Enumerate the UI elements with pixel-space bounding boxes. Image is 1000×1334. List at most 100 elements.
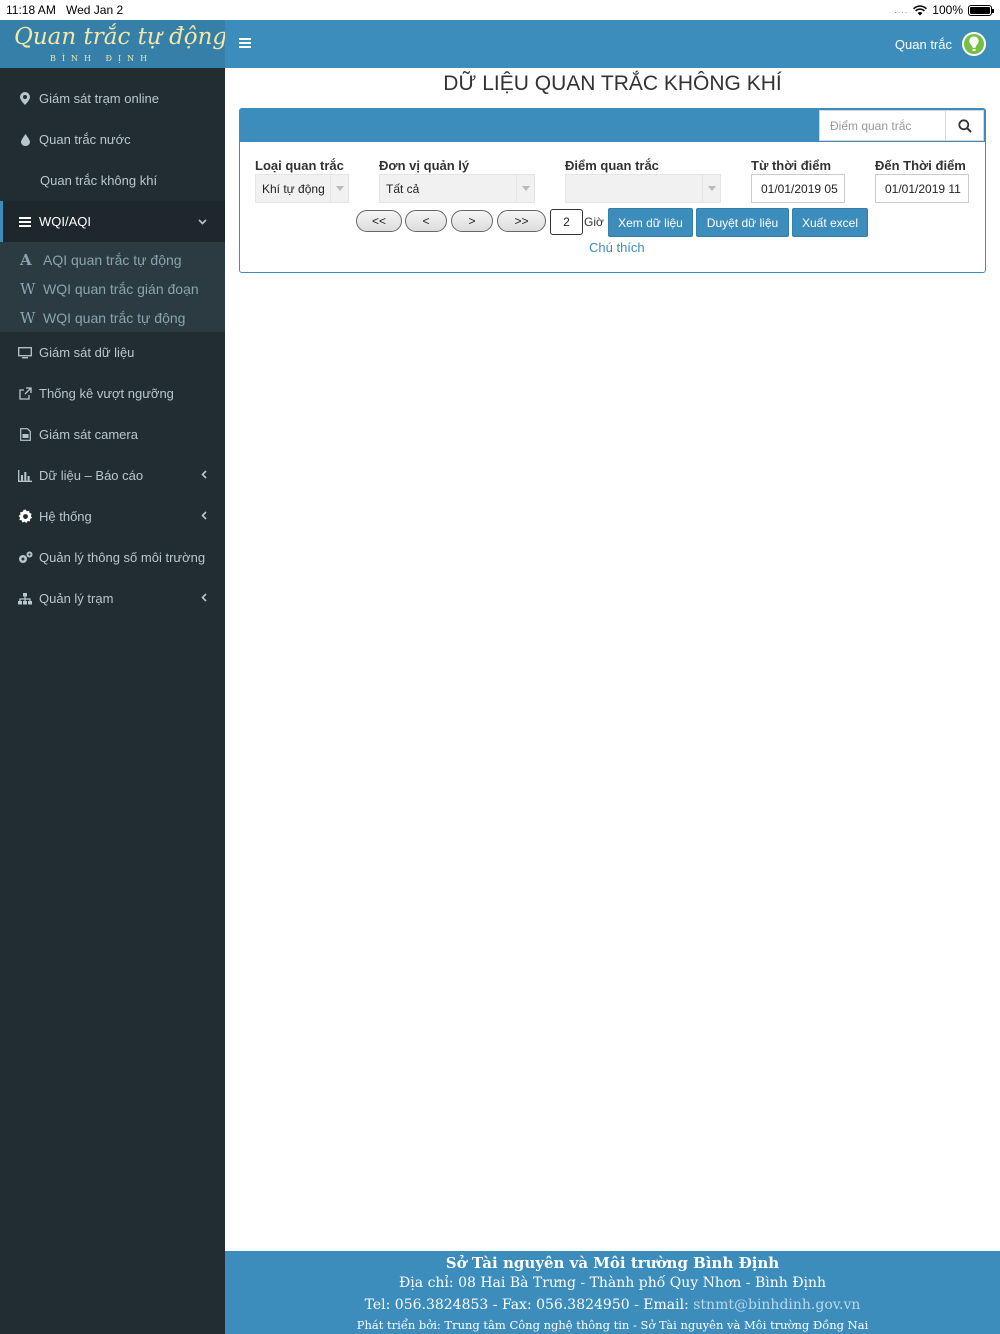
wqi-submenu: A AQI quan trắc tự động W WQI quan trắc … [0,242,225,332]
monitor-icon [17,345,33,361]
panel-header [240,109,985,142]
letter-w-icon: W [20,279,36,298]
submenu-item-aqi-auto[interactable]: A AQI quan trắc tự động [0,245,225,274]
search-button[interactable] [945,111,983,140]
to-label: Đến Thời điểm [875,158,966,173]
page-title: DỮ LIỆU QUAN TRẮC KHÔNG KHÍ [443,72,782,95]
water-drop-icon [17,132,33,148]
sidebar-item-station-online[interactable]: Giám sát trạm online [0,78,225,119]
footer-developer: Phát triển bởi: Trung tâm Công nghệ thôn… [356,1318,869,1332]
sidebar-item-label: Giám sát camera [39,427,138,442]
letter-w-icon: W [20,308,36,327]
approve-data-button[interactable]: Duyệt dữ liệu [696,208,789,237]
to-datetime-input[interactable]: 01/01/2019 11 [875,174,969,203]
top-header: Quan trắc [225,20,1000,68]
sidebar-item-label: Thống kê vượt ngưỡng [39,386,174,401]
chevron-left-icon [201,509,207,523]
battery-fill [970,6,990,14]
chevron-down-icon [198,214,207,228]
sidebar-menu: Giám sát trạm online Quan trắc nước Quan… [0,78,225,242]
sidebar-item-camera[interactable]: Giám sát camera [0,414,225,455]
type-label: Loại quan trắc [255,158,344,173]
dropdown-arrow-icon [330,175,348,202]
sidebar-item-system[interactable]: Hệ thống [0,496,225,537]
sidebar: Quan trắc tự động BÌNH ĐỊNH Giám sát trạ… [0,20,225,1334]
to-datetime-value: 01/01/2019 11 [885,181,961,196]
footer-address: Địa chỉ: 08 Hai Bà Trưng - Thành phố Quy… [399,1275,826,1291]
view-data-button[interactable]: Xem dữ liệu [608,208,693,237]
user-menu[interactable]: Quan trắc [895,32,986,56]
last-page-button[interactable]: >> [497,210,546,232]
sitemap-icon [17,591,33,607]
sidebar-item-label: Quan trắc nước [39,132,131,147]
first-page-button[interactable]: << [356,210,402,232]
prev-page-button[interactable]: < [405,210,447,232]
footer: Sở Tài nguyên và Môi trường Bình Định Đị… [225,1251,1000,1334]
battery-icon [968,4,994,16]
sidebar-item-label: WQI/AQI [39,214,91,229]
chevron-left-icon [201,591,207,605]
signal-dots: .... [894,5,909,15]
status-date: Wed Jan 2 [66,3,124,17]
sidebar-item-data-report[interactable]: Dữ liệu – Báo cáo [0,455,225,496]
status-time: 11:18 AM [6,3,56,17]
dropdown-arrow-icon [702,175,720,202]
sidebar-item-env-params[interactable]: Quản lý thông số môi trường [0,537,225,578]
hours-unit-label: Giờ [584,215,604,229]
status-bar: 11:18 AM Wed Jan 2 .... 100% [0,0,1000,20]
point-label: Điểm quan trắc [565,158,659,173]
footer-contact-line: Tel: 056.3824853 - Fax: 056.3824950 - Em… [225,1297,1000,1313]
search-input[interactable] [820,111,945,140]
sidebar-item-label: Giám sát trạm online [39,91,159,106]
unit-select[interactable]: Tất cả [379,174,535,203]
submenu-item-label: AQI quan trắc tự động [43,251,182,268]
from-datetime-value: 01/01/2019 05 [761,181,838,196]
footer-contact: Tel: 056.3824853 - Fax: 056.3824950 - Em… [364,1297,689,1313]
logo[interactable]: Quan trắc tự động BÌNH ĐỊNH [0,20,225,68]
letter-a-icon: A [20,250,32,269]
battery-percent: 100% [932,3,963,17]
gear-icon [17,509,33,525]
sidebar-item-threshold-stats[interactable]: Thống kê vượt ngưỡng [0,373,225,414]
search-icon [957,118,972,133]
type-select-value: Khí tự động [262,181,325,196]
sidebar-item-water[interactable]: Quan trắc nước [0,119,225,160]
avatar [962,32,986,56]
file-image-icon [17,427,33,443]
sidebar-item-label: Dữ liệu – Báo cáo [39,468,144,483]
from-label: Từ thời điểm [751,158,832,173]
footer-org: Sở Tài nguyên và Môi trường Bình Định [445,1254,780,1272]
sidebar-item-data-monitor[interactable]: Giám sát dữ liệu [0,332,225,373]
point-select[interactable] [565,174,721,203]
list-icon [17,214,33,230]
external-link-icon [17,386,33,402]
sidebar-item-label: Quản lý thông số môi trường [39,550,206,565]
sidebar-item-station-manage[interactable]: Quản lý trạm [0,578,225,619]
map-marker-icon [17,91,33,107]
sidebar-item-label: Hệ thống [39,509,92,524]
sidebar-item-air[interactable]: Quan trắc không khí [0,160,225,201]
sidebar-item-wqi-aqi[interactable]: WQI/AQI [0,201,225,242]
chevron-left-icon [201,468,207,482]
sidebar-item-label: Quản lý trạm [39,591,114,606]
next-page-button[interactable]: > [451,210,493,232]
wifi-icon [913,4,928,15]
hours-input[interactable]: 2 [550,209,583,235]
legend-link[interactable]: Chú thích [589,240,645,255]
search-box [819,110,984,141]
footer-email-link[interactable]: stnmt@binhdinh.gov.vn [693,1297,860,1313]
user-label: Quan trắc [894,36,952,52]
hamburger-menu-icon[interactable] [239,38,251,48]
from-datetime-input[interactable]: 01/01/2019 05 [751,174,845,203]
dropdown-arrow-icon [516,175,534,202]
submenu-item-label: WQI quan trắc tự động [43,309,186,326]
export-excel-button[interactable]: Xuất excel [792,208,868,237]
status-right: .... 100% [894,3,994,17]
logo-title: Quan trắc tự động [14,24,225,50]
type-select[interactable]: Khí tự động [255,174,349,203]
user-avatar-icon [962,32,986,56]
submenu-item-wqi-auto[interactable]: W WQI quan trắc tự động [0,303,225,332]
submenu-item-label: WQI quan trắc gián đoạn [43,280,199,297]
submenu-item-wqi-periodic[interactable]: W WQI quan trắc gián đoạn [0,274,225,303]
unit-label: Đơn vị quản lý [379,158,470,173]
